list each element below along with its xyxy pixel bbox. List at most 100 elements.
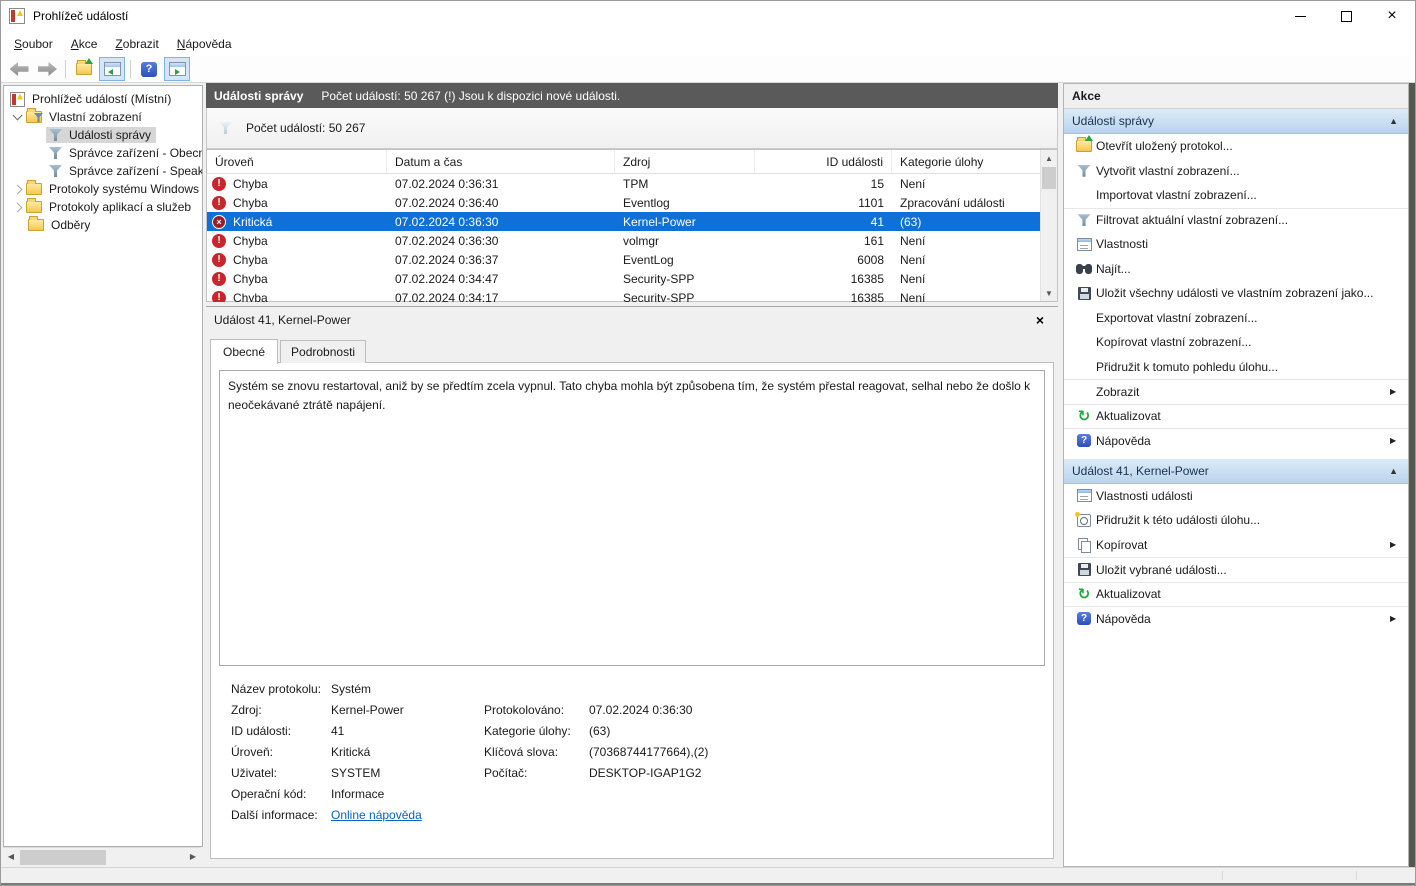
scroll-right-icon[interactable]: ▶ (185, 852, 201, 861)
column-header-level[interactable]: Úroveň (207, 150, 387, 173)
refresh-icon: ↻ (1078, 409, 1091, 424)
table-row[interactable]: !Chyba 07.02.2024 0:36:37 EventLog 6008 … (207, 250, 1041, 269)
column-header-source[interactable]: Zdroj (615, 150, 755, 173)
tree-item-vlastni-zobrazeni[interactable]: Vlastní zobrazení (4, 108, 202, 126)
forward-button[interactable] (34, 57, 60, 81)
action-save-all-events[interactable]: Uložit všechny události ve vlastním zobr… (1064, 281, 1408, 306)
event-title: Událost 41, Kernel-Power (214, 313, 351, 327)
tree-horizontal-scrollbar[interactable]: ◀ ▶ (3, 847, 201, 865)
actions-pane: Akce Události správy ▲ Otevřít uložený p… (1063, 83, 1409, 867)
collapse-icon[interactable]: ▲ (1389, 116, 1398, 126)
action-help-event[interactable]: ? Nápověda ▶ (1064, 606, 1408, 631)
tree-item-spravce-obecny[interactable]: Správce zařízení - Obecny (4, 144, 202, 162)
action-create-custom-view[interactable]: Vytvořit vlastní zobrazení... (1064, 159, 1408, 184)
open-saved-log-button[interactable] (71, 57, 97, 81)
table-row[interactable]: !Chyba 07.02.2024 0:36:40 Eventlog 1101 … (207, 193, 1041, 212)
collapse-icon[interactable]: ▲ (1389, 466, 1398, 476)
action-copy[interactable]: Kopírovat ▶ (1064, 533, 1408, 558)
table-row[interactable]: !Chyba 07.02.2024 0:36:30 volmgr 161 Nen… (207, 231, 1041, 250)
field-value: Informace (331, 787, 484, 801)
error-icon: ! (212, 291, 226, 303)
error-icon: ! (212, 196, 226, 210)
title-bar: Prohlížeč událostí × (1, 1, 1415, 31)
action-refresh[interactable]: ↻ Aktualizovat (1064, 404, 1408, 429)
field-value: 07.02.2024 0:36:30 (589, 703, 1041, 717)
chevron-down-icon[interactable] (13, 111, 23, 121)
tree-item-label: Události správy (67, 128, 153, 142)
field-label: Počítač: (484, 766, 589, 780)
submenu-arrow-icon: ▶ (1390, 436, 1408, 445)
tree-item-odbery[interactable]: Odběry (4, 216, 202, 234)
show-action-pane-button[interactable] (164, 57, 190, 81)
menu-zobrazit[interactable]: Zobrazit (106, 33, 167, 55)
toolbar-separator (130, 60, 131, 78)
filter-icon (49, 165, 62, 177)
field-value: SYSTEM (331, 766, 484, 780)
tab-podrobnosti[interactable]: Podrobnosti (280, 340, 366, 363)
action-import-custom-view[interactable]: Importovat vlastní zobrazení... (1064, 183, 1408, 208)
binoculars-icon (1076, 262, 1093, 275)
action-attach-task-to-event[interactable]: Přidružit k této události úlohu... (1064, 508, 1408, 533)
event-count-text: Počet událostí: 50 267 (246, 121, 365, 135)
windows-logs-folder-icon (26, 183, 42, 195)
column-header-datetime[interactable]: Datum a čas (387, 150, 615, 173)
tree-item-udalosti-spravy[interactable]: Události správy (4, 126, 202, 144)
scrollbar-thumb[interactable] (1042, 167, 1056, 189)
action-help[interactable]: ? Nápověda ▶ (1064, 428, 1408, 453)
scroll-up-icon[interactable]: ▲ (1041, 150, 1057, 166)
action-copy-custom-view[interactable]: Kopírovat vlastní zobrazení... (1064, 330, 1408, 355)
action-event-properties[interactable]: Vlastnosti události (1064, 484, 1408, 509)
chevron-right-icon[interactable] (13, 184, 23, 194)
table-row-selected[interactable]: ×Kritická 07.02.2024 0:36:30 Kernel-Powe… (207, 212, 1041, 231)
action-filter-current-view[interactable]: Filtrovat aktuální vlastní zobrazení... (1064, 208, 1408, 233)
action-properties[interactable]: Vlastnosti (1064, 232, 1408, 257)
tree-item-spravce-speakers[interactable]: Správce zařízení - Speake (4, 162, 202, 180)
maximize-button[interactable] (1323, 1, 1369, 31)
scroll-left-icon[interactable]: ◀ (3, 852, 19, 861)
menu-akce[interactable]: Akce (62, 33, 107, 55)
minimize-button[interactable] (1277, 1, 1323, 31)
menu-napoveda[interactable]: Nápověda (168, 33, 241, 55)
chevron-right-icon[interactable] (13, 202, 23, 212)
field-label: Název protokolu: (231, 682, 331, 696)
action-refresh-event[interactable]: ↻ Aktualizovat (1064, 582, 1408, 607)
help-button[interactable]: ? (136, 57, 162, 81)
console-tree-icon (104, 62, 121, 76)
tree-item-label: Správce zařízení - Obecny (67, 146, 202, 160)
maximize-icon (1341, 11, 1352, 22)
tree-item-label: Odběry (49, 218, 92, 232)
tab-obecne[interactable]: Obecné (210, 339, 278, 364)
results-pane: Události správy Počet událostí: 50 267 (… (206, 83, 1058, 867)
back-button[interactable] (6, 57, 32, 81)
action-save-selected-events[interactable]: Uložit vybrané události... (1064, 557, 1408, 582)
table-row[interactable]: !Chyba 07.02.2024 0:34:17 Security-SPP 1… (207, 288, 1041, 302)
table-row[interactable]: !Chyba 07.02.2024 0:36:31 TPM 15 Není (207, 174, 1041, 193)
action-attach-task-to-view[interactable]: Přidružit k tomuto pohledu úlohu... (1064, 355, 1408, 380)
tree-item-label: Protokoly aplikací a služeb (47, 200, 193, 214)
action-export-custom-view[interactable]: Exportovat vlastní zobrazení... (1064, 306, 1408, 331)
filter-icon (219, 122, 232, 134)
action-find[interactable]: Najít... (1064, 257, 1408, 282)
event-list-header: Úroveň Datum a čas Zdroj ID události Kat… (207, 150, 1041, 174)
event-rows: !Chyba 07.02.2024 0:36:31 TPM 15 Není !C… (207, 174, 1041, 302)
window-title: Prohlížeč událostí (33, 9, 128, 23)
column-header-event-id[interactable]: ID události (755, 150, 892, 173)
column-header-task-category[interactable]: Kategorie úlohy (892, 150, 1041, 173)
tree-item-protokoly-windows[interactable]: Protokoly systému Windows (4, 180, 202, 198)
show-console-tree-button[interactable] (99, 57, 125, 81)
subscriptions-folder-icon (28, 219, 44, 231)
actions-section-udalosti-spravy[interactable]: Události správy ▲ (1064, 109, 1408, 134)
scroll-down-icon[interactable]: ▼ (1041, 285, 1057, 301)
tree-item-protokoly-aplikaci[interactable]: Protokoly aplikací a služeb (4, 198, 202, 216)
tree-item-root[interactable]: Prohlížeč událostí (Místní) (4, 90, 202, 108)
action-open-saved-log[interactable]: Otevřít uložený protokol... (1064, 134, 1408, 159)
event-list-scrollbar[interactable]: ▲ ▼ (1040, 150, 1057, 301)
actions-section-udalost-41[interactable]: Událost 41, Kernel-Power ▲ (1064, 459, 1408, 484)
table-row[interactable]: !Chyba 07.02.2024 0:34:47 Security-SPP 1… (207, 269, 1041, 288)
action-view[interactable]: Zobrazit ▶ (1064, 379, 1408, 404)
menu-soubor[interactable]: Soubor (5, 33, 62, 55)
close-button[interactable]: × (1369, 1, 1415, 31)
close-preview-icon[interactable]: × (1030, 312, 1050, 328)
scrollbar-thumb[interactable] (20, 850, 106, 865)
online-help-link[interactable]: Online nápověda (331, 808, 484, 822)
